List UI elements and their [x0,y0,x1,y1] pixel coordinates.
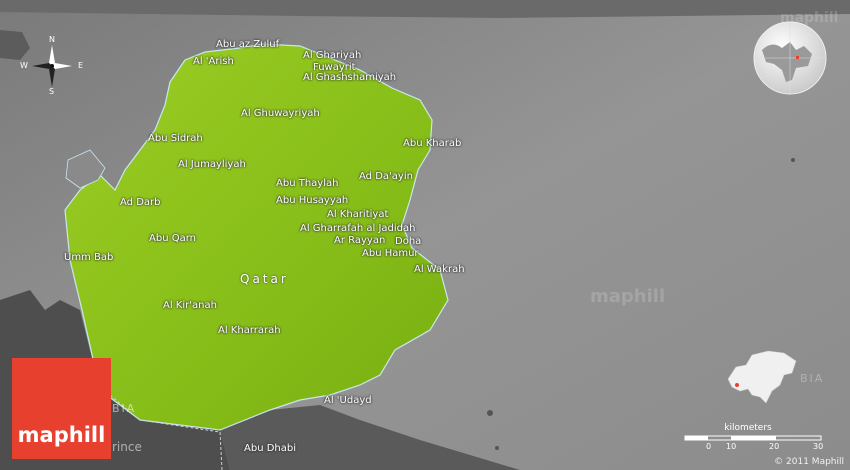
place-abu-hamur: Abu Hamur [362,248,419,259]
place-ad-darb: Ad Darb [120,197,161,208]
scale-tick: 0 [706,442,712,451]
copyright-notice: © 2011 Maphill [774,457,844,467]
maphill-logo[interactable]: maphill [12,358,111,459]
place-al-jumayliyah: Al Jumayliyah [178,159,246,170]
place-al-kharitiyat: Al Kharitiyat [327,209,389,220]
continent-icon [727,350,797,404]
scale-tick: 10 [726,442,737,451]
island [495,446,499,450]
place-umm-bab: Umm Bab [64,252,114,263]
place-abu-sidrah: Abu Sidrah [148,133,203,144]
place-al-kiranah: Al Kir'anah [163,300,217,311]
compass-rose: N S W E [20,35,90,97]
compass-w: W [20,61,28,70]
place-al-ghuwayriyah: Al Ghuwayriyah [241,108,320,119]
scale-ruler [684,435,822,441]
compass-e: E [78,61,84,70]
compass-n: N [49,35,55,44]
compass-s: S [49,87,55,96]
place-abu-az-zuluf: Abu az Zuluf [216,39,280,50]
globe-locator [752,20,828,96]
scale-tick: 30 [813,442,824,451]
place-al-ghashshamiyah: Al Ghashshamiyah [303,72,397,83]
partial-label-bia-right: BIA [800,372,825,385]
scale-title: kilometers [724,423,772,433]
globe-icon [753,21,827,95]
watermark: maphill [590,286,666,307]
logo-text: maphill [17,423,106,447]
asia-inset [722,345,800,411]
place-ad-dayin: Ad Da'ayin [359,171,413,182]
place-al-udayd: Al 'Udayd [324,395,372,406]
place-abu-thaylah: Abu Thaylah [276,178,339,189]
place-abu-kharab: Abu Kharab [403,138,462,149]
scale-tick: 20 [769,442,780,451]
place-abu-qarn: Abu Qarn [149,233,196,244]
place-abu-husayyah: Abu Husayyah [276,195,349,206]
place-ar-rayyan: Ar Rayyan [334,235,386,246]
scale-bar: kilometers 0 10 20 30 [683,423,828,457]
island [487,410,493,416]
place-al-wakrah: Al Wakrah [414,264,465,275]
place-al-ghariyah: Al Ghariyah [303,50,362,61]
partial-label-rince: rince [112,440,142,454]
island [791,158,795,162]
place-al-gharrafah: Al Gharrafah al Jadidah [300,223,416,234]
place-abu-dhabi: Abu Dhabi [244,443,296,454]
partial-label-bia-left: BIA [112,402,137,415]
country-label: Qatar [240,272,289,286]
place-doha: Doha [395,236,422,247]
place-al-arish: Al 'Arish [193,56,234,67]
place-al-kharrarah: Al Kharrarah [218,325,281,336]
